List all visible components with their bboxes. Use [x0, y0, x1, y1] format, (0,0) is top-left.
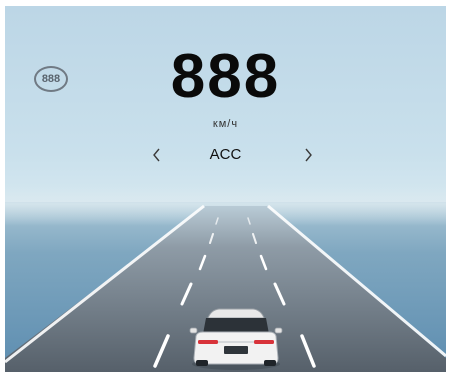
- speed-value: 888: [170, 42, 281, 111]
- mode-selector: ACC: [5, 144, 446, 166]
- cluster-screen: 888 888 км/ч ACC: [5, 6, 446, 372]
- chevron-right-icon[interactable]: [297, 144, 319, 166]
- speed-unit: км/ч: [212, 118, 239, 130]
- mode-label: ACC: [209, 146, 242, 163]
